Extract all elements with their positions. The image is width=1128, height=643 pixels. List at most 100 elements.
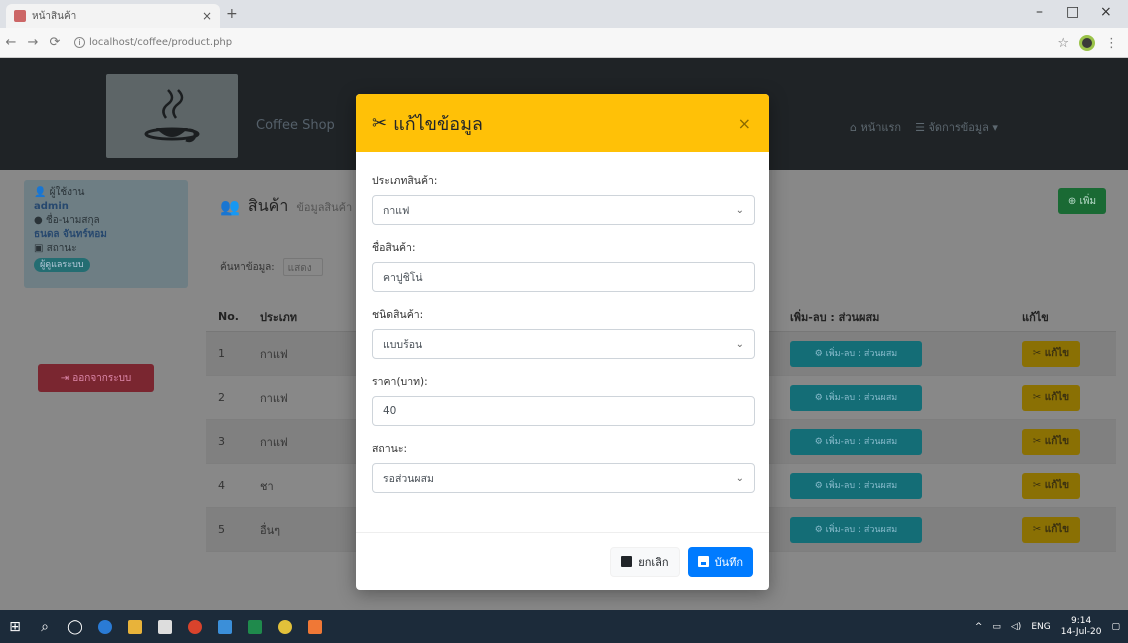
fullname-label-text: ชื่อ-นามสกุล (45, 215, 100, 226)
vscode-icon[interactable] (210, 610, 240, 643)
fullname: ธนดล จันทร์หอม (34, 229, 107, 240)
file-explorer-icon[interactable] (120, 610, 150, 643)
edit-button[interactable]: ✂ แก้ไข (1022, 516, 1080, 543)
modal-body: ประเภทสินค้า: กาแฟ ⌄ ชื่อสินค้า: คาปูชิโ… (356, 152, 769, 493)
category-select[interactable]: กาแฟ ⌄ (372, 195, 755, 225)
manage-ingredients-button[interactable]: ⚙ เพิ่ม-ลบ : ส่วนผสม (790, 340, 922, 367)
price-label: ราคา(บาท): (372, 376, 428, 388)
logout-icon: ⇥ (60, 372, 73, 384)
modal-close-icon[interactable]: × (738, 114, 751, 133)
chevron-down-icon: ⌄ (735, 472, 744, 484)
edit-button[interactable]: ✂ แก้ไข (1022, 428, 1080, 455)
maximize-button[interactable]: □ (1066, 4, 1079, 20)
excel-icon[interactable] (240, 610, 270, 643)
role-label-text: สถานะ (46, 243, 77, 254)
extension-icon[interactable] (1079, 35, 1095, 51)
page-subtitle: ข้อมูลสินค้า (296, 200, 353, 214)
url-field[interactable]: i localhost/coffee/product.php (74, 37, 232, 48)
tab-title: หน้าสินค้า (32, 10, 77, 22)
manage-ingredients-button[interactable]: ⚙ เพิ่ม-ลบ : ส่วนผสม (790, 384, 922, 411)
nav-manage-dropdown[interactable]: ☰ จัดการข้อมูล ▾ (915, 118, 998, 136)
role-label: ▣ สถานะ (34, 243, 77, 254)
nav-manage-label: จัดการข้อมูล ▾ (928, 121, 998, 134)
edge-icon[interactable] (90, 610, 120, 643)
reload-icon[interactable]: ⟳ (44, 35, 66, 50)
page-title-text: สินค้า (247, 196, 289, 215)
kind-label: ชนิดสินค้า: (372, 309, 424, 321)
status-value: รอส่วนผสม (383, 472, 434, 485)
language-indicator[interactable]: ENG (1031, 622, 1050, 632)
modal-header: ✂ แก้ไขข้อมูล × (356, 94, 769, 152)
new-tab-button[interactable]: + (226, 6, 238, 22)
manage-ingredients-button[interactable]: ⚙ เพิ่ม-ลบ : ส่วนผสม (790, 516, 922, 543)
forward-icon[interactable]: → (22, 35, 44, 50)
search-label: ค้นหาข้อมูล: (220, 261, 275, 273)
clock-date: 14-Jul-20 (1060, 626, 1102, 637)
windows-start-icon[interactable]: ⊞ (0, 610, 30, 643)
kind-value: แบบร้อน (383, 338, 423, 351)
manage-label: เพิ่ม-ลบ : ส่วนผสม (825, 436, 898, 447)
price-input[interactable]: 40 (372, 396, 755, 426)
row-no: 4 (218, 479, 225, 492)
nav-home[interactable]: ⌂ หน้าแรก (850, 118, 901, 136)
product-name-label: ชื่อสินค้า: (372, 242, 416, 254)
browser-tab-bar: หน้าสินค้า × + – □ × (0, 0, 1128, 28)
bookmark-star-icon[interactable]: ☆ (1057, 36, 1069, 51)
product-name-input[interactable]: คาปูชิโน่ (372, 262, 755, 292)
minimize-button[interactable]: – (1036, 4, 1043, 20)
edit-label: แก้ไข (1044, 523, 1070, 535)
tab-close-icon[interactable]: × (202, 9, 212, 23)
status-select[interactable]: รอส่วนผสม ⌄ (372, 463, 755, 493)
search-row: ค้นหาข้อมูล: แสดง (220, 258, 323, 276)
row-no: 3 (218, 435, 225, 448)
cancel-button[interactable]: ยกเลิก (610, 546, 680, 577)
edit-label: แก้ไข (1044, 479, 1070, 491)
manage-ingredients-button[interactable]: ⚙ เพิ่ม-ลบ : ส่วนผสม (790, 428, 922, 455)
tools-icon: ✂ (372, 112, 388, 134)
notification-icon[interactable]: ▢ (1111, 622, 1120, 632)
price-value: 40 (383, 405, 397, 417)
volume-icon[interactable]: ◁) (1011, 622, 1021, 632)
clock[interactable]: 9:14 14-Jul-20 (1061, 616, 1102, 638)
save-button[interactable]: บันทึก (687, 546, 753, 577)
browser-tab[interactable]: หน้าสินค้า × (6, 4, 220, 28)
app-icon[interactable] (180, 610, 210, 643)
address-bar: ← → ⟳ i localhost/coffee/product.php ☆ ⋮ (0, 28, 1128, 58)
browser-menu-icon[interactable]: ⋮ (1105, 36, 1118, 51)
modal-title-text: แก้ไขข้อมูล (393, 113, 483, 135)
chrome-icon[interactable] (270, 610, 300, 643)
add-button-label: เพิ่ม (1079, 195, 1097, 207)
plus-circle-icon: ⊕ (1067, 195, 1080, 207)
category-label: ประเภทสินค้า: (372, 175, 438, 187)
manage-ingredients-button[interactable]: ⚙ เพิ่ม-ลบ : ส่วนผสม (790, 472, 922, 499)
search-input[interactable]: แสดง (282, 258, 323, 276)
col-edit-header: แก้ไข (1022, 310, 1049, 324)
edit-label: แก้ไข (1044, 435, 1070, 447)
edit-button[interactable]: ✂ แก้ไข (1022, 340, 1080, 367)
window-close-icon (621, 556, 633, 567)
manage-label: เพิ่ม-ลบ : ส่วนผสม (825, 524, 898, 535)
taskbar: ⊞ ⌕ ◯ ^ ▭ ◁) ENG 9:14 14-Jul-20 ▢ (0, 610, 1128, 643)
fullname-label: ● ชื่อ-นามสกุล (34, 215, 100, 226)
edit-modal: ✂ แก้ไขข้อมูล × ประเภทสินค้า: กาแฟ ⌄ ชื่… (356, 94, 769, 590)
manage-label: เพิ่ม-ลบ : ส่วนผสม (825, 348, 898, 359)
close-window-button[interactable]: × (1100, 4, 1112, 20)
row-no: 2 (218, 391, 225, 404)
tray-chevron-up-icon[interactable]: ^ (975, 622, 983, 632)
edit-button[interactable]: ✂ แก้ไข (1022, 472, 1080, 499)
clock-time: 9:14 (1070, 615, 1092, 626)
search-icon[interactable]: ⌕ (30, 610, 60, 643)
xampp-icon[interactable] (300, 610, 330, 643)
add-button[interactable]: ⊕ เพิ่ม (1058, 188, 1106, 214)
system-tray: ^ ▭ ◁) ENG 9:14 14-Jul-20 ▢ (975, 610, 1120, 643)
row-no: 5 (218, 523, 225, 536)
info-icon[interactable]: i (74, 37, 85, 48)
kind-select[interactable]: แบบร้อน ⌄ (372, 329, 755, 359)
store-icon[interactable] (150, 610, 180, 643)
edit-button[interactable]: ✂ แก้ไข (1022, 384, 1080, 411)
back-icon[interactable]: ← (0, 35, 22, 50)
logout-button[interactable]: ⇥ ออกจากระบบ (38, 364, 154, 392)
brand-text[interactable]: Coffee Shop (256, 118, 335, 133)
task-view-icon[interactable]: ◯ (60, 610, 90, 643)
network-icon[interactable]: ▭ (992, 622, 1001, 632)
